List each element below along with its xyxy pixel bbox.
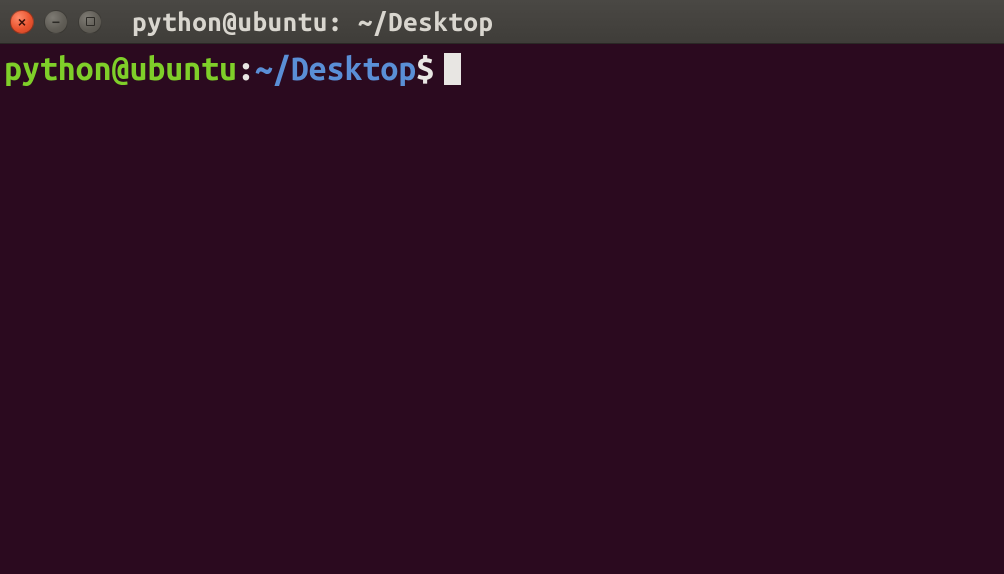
- prompt-symbol: $: [416, 50, 434, 88]
- prompt-user-host: python@ubuntu: [4, 50, 237, 88]
- terminal-area[interactable]: python@ubuntu:~/Desktop$: [0, 44, 1004, 574]
- cursor: [444, 53, 461, 85]
- close-button[interactable]: ×: [10, 10, 34, 34]
- maximize-icon: [86, 17, 95, 26]
- window-controls: × −: [10, 10, 102, 34]
- close-icon: ×: [18, 15, 26, 29]
- prompt-line: python@ubuntu:~/Desktop$: [4, 50, 1000, 88]
- prompt-path: ~/Desktop: [255, 50, 416, 88]
- window-titlebar: × − python@ubuntu: ~/Desktop: [0, 0, 1004, 44]
- maximize-button[interactable]: [78, 10, 102, 34]
- window-title: python@ubuntu: ~/Desktop: [132, 7, 493, 36]
- prompt-separator: :: [237, 50, 255, 88]
- minimize-button[interactable]: −: [44, 10, 68, 34]
- minimize-icon: −: [52, 15, 60, 29]
